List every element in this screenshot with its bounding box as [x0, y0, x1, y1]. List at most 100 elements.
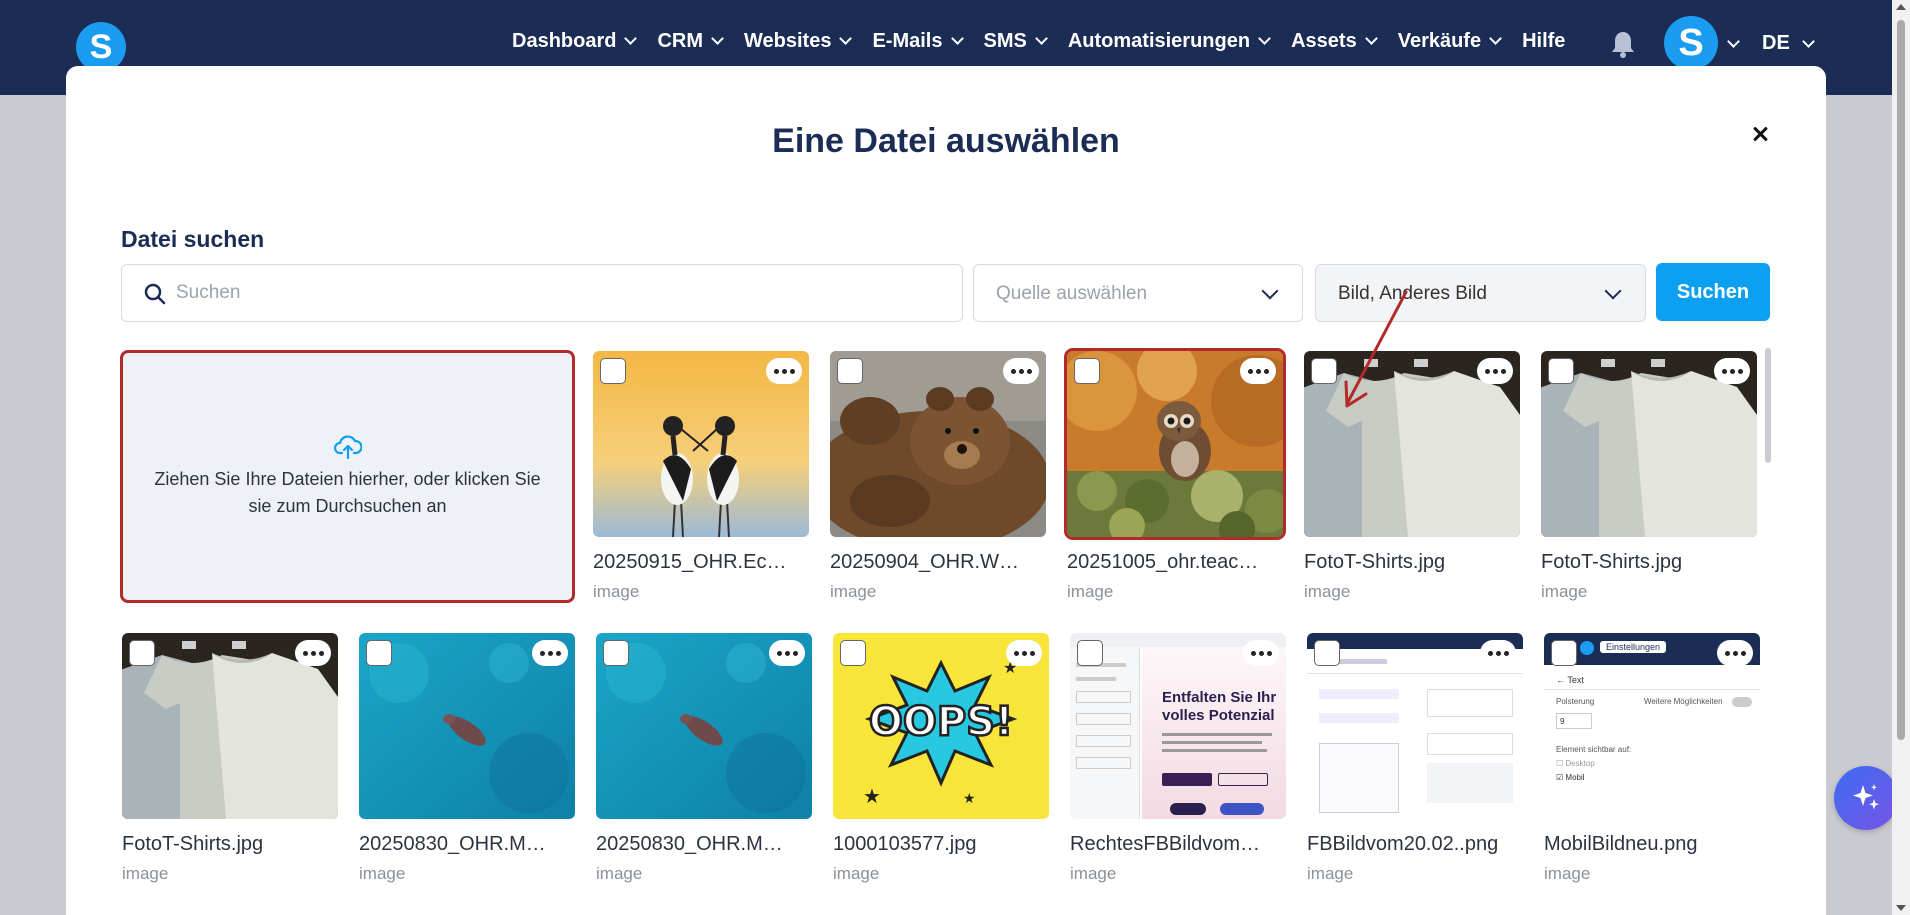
file-thumbnail[interactable]: Entfalten Sie Ihr volles Potenzial [1070, 633, 1286, 819]
file-card[interactable]: OOPS! ★ ★ ★ 1000103577.jpg image [833, 633, 1049, 884]
modal-scrollbar[interactable] [1765, 348, 1771, 463]
file-thumbnail[interactable] [1541, 351, 1757, 537]
file-type: image [1070, 864, 1117, 883]
file-thumbnail[interactable] [1307, 633, 1523, 819]
file-name: 20251005_ohr.teac… [1067, 551, 1259, 573]
page-scrollbar[interactable] [1892, 0, 1910, 915]
file-thumbnail[interactable] [593, 351, 809, 537]
more-options-icon[interactable] [1240, 358, 1276, 384]
nav-item-label: Assets [1291, 30, 1357, 52]
chevron-down-icon [839, 32, 853, 45]
chevron-down-icon [1034, 32, 1048, 45]
source-select-placeholder: Quelle auswählen [996, 283, 1148, 304]
file-card[interactable]: FotoT-Shirts.jpg image [1541, 351, 1757, 602]
bell-icon[interactable] [1610, 30, 1636, 58]
file-thumbnail[interactable] [830, 351, 1046, 537]
nav-item-assets[interactable]: Assets [1291, 30, 1378, 53]
file-checkbox[interactable] [1074, 358, 1100, 384]
file-checkbox[interactable] [1311, 358, 1337, 384]
nav-item-crm[interactable]: CRM [657, 30, 724, 53]
oops-text: OOPS! [869, 699, 1013, 745]
file-checkbox[interactable] [366, 640, 392, 666]
file-card[interactable]: 20250904_OHR.W… image [830, 351, 1046, 602]
file-checkbox[interactable] [129, 640, 155, 666]
scrollbar-thumb[interactable] [1897, 20, 1905, 740]
file-card[interactable]: Entfalten Sie Ihr volles Potenzial Recht… [1070, 633, 1286, 884]
logo-icon[interactable]: S [76, 22, 126, 72]
more-options-icon[interactable] [295, 640, 331, 666]
nav-item-websites[interactable]: Websites [744, 30, 853, 53]
more-options-icon[interactable] [769, 640, 805, 666]
file-checkbox[interactable] [600, 358, 626, 384]
file-picker-modal: Eine Datei auswählen Datei suchen Quelle… [66, 66, 1826, 915]
file-thumbnail[interactable] [122, 633, 338, 819]
dropzone-text: Ziehen Sie Ihre Dateien hierher, oder kl… [154, 468, 541, 516]
more-options-icon[interactable] [1003, 358, 1039, 384]
file-card[interactable]: 20251005_ohr.teac… image [1064, 348, 1286, 602]
search-icon [144, 283, 166, 305]
nav-item-label: Hilfe [1522, 30, 1566, 52]
file-card[interactable]: FotoT-Shirts.jpg image [122, 633, 338, 884]
more-options-icon[interactable] [1477, 358, 1513, 384]
source-select[interactable]: Quelle auswählen [973, 264, 1303, 322]
thumb-webpage-heading: Entfalten Sie Ihr volles Potenzial [1162, 689, 1277, 724]
more-options-icon[interactable] [532, 640, 568, 666]
more-options-icon[interactable] [1480, 640, 1516, 666]
more-options-icon[interactable] [1714, 358, 1750, 384]
chevron-down-icon [1364, 32, 1378, 45]
file-card[interactable]: Einstellungen ← Text Polsterung Weitere Mög… [1544, 633, 1760, 884]
file-card[interactable]: 20250830_OHR.M… image [596, 633, 812, 884]
scroll-up-icon[interactable] [1896, 4, 1906, 10]
nav-item-hilfe[interactable]: Hilfe [1522, 30, 1565, 53]
file-checkbox[interactable] [840, 640, 866, 666]
file-checkbox[interactable] [1551, 640, 1577, 666]
cloud-upload-icon [333, 434, 362, 459]
more-options-icon[interactable] [766, 358, 802, 384]
search-button[interactable]: Suchen [1656, 263, 1770, 321]
ai-assistant-button[interactable] [1834, 766, 1898, 830]
nav-item-verk-ufe[interactable]: Verkäufe [1398, 30, 1502, 53]
file-checkbox[interactable] [1314, 640, 1340, 666]
nav-item-dashboard[interactable]: Dashboard [512, 30, 638, 53]
file-type: image [122, 864, 169, 883]
file-checkbox[interactable] [1548, 358, 1574, 384]
file-card[interactable]: 20250915_OHR.Ec… image [593, 351, 809, 602]
nav-item-sms[interactable]: SMS [984, 30, 1048, 53]
file-name: 1000103577.jpg [833, 833, 977, 855]
chevron-down-icon[interactable] [1802, 35, 1815, 48]
scroll-down-icon[interactable] [1896, 905, 1906, 911]
nav-item-e-mails[interactable]: E-Mails [872, 30, 964, 53]
file-thumbnail[interactable] [359, 633, 575, 819]
file-thumbnail[interactable]: Einstellungen ← Text Polsterung Weitere Mög… [1544, 633, 1760, 819]
file-thumbnail[interactable] [596, 633, 812, 819]
upload-dropzone[interactable]: Ziehen Sie Ihre Dateien hierher, oder kl… [120, 350, 575, 603]
sparkles-icon [1853, 784, 1879, 810]
more-options-icon[interactable] [1717, 640, 1753, 666]
search-field [121, 264, 963, 322]
file-card[interactable]: FBBildvom20.02..png image [1307, 633, 1523, 884]
file-name: FotoT-Shirts.jpg [1541, 551, 1683, 573]
thumb-visible-label: Element sichtbar auf: [1556, 745, 1632, 754]
file-name: FotoT-Shirts.jpg [122, 833, 264, 855]
thumb-back-label: Text [1567, 675, 1584, 685]
thumb-settings-button: Einstellungen [1600, 641, 1667, 653]
language-selector[interactable]: DE [1762, 32, 1790, 55]
nav-item-automatisierungen[interactable]: Automatisierungen [1068, 30, 1271, 53]
file-type: image [1304, 582, 1351, 601]
close-icon[interactable] [1746, 120, 1774, 148]
avatar[interactable]: S [1664, 16, 1718, 70]
more-options-icon[interactable] [1243, 640, 1279, 666]
thumb-label-more: Weitere Möglichkeiten [1644, 697, 1723, 706]
file-name: 20250830_OHR.M… [596, 833, 783, 855]
file-thumbnail[interactable] [1064, 348, 1286, 540]
thumb-desktop-label: Desktop [1565, 759, 1595, 768]
file-card[interactable]: 20250830_OHR.M… image [359, 633, 575, 884]
file-name: FBBildvom20.02..png [1307, 833, 1499, 855]
file-checkbox[interactable] [603, 640, 629, 666]
file-thumbnail[interactable]: OOPS! ★ ★ ★ [833, 633, 1049, 819]
file-checkbox[interactable] [837, 358, 863, 384]
search-input[interactable] [176, 265, 946, 321]
chevron-down-icon[interactable] [1727, 35, 1740, 48]
more-options-icon[interactable] [1006, 640, 1042, 666]
file-checkbox[interactable] [1077, 640, 1103, 666]
